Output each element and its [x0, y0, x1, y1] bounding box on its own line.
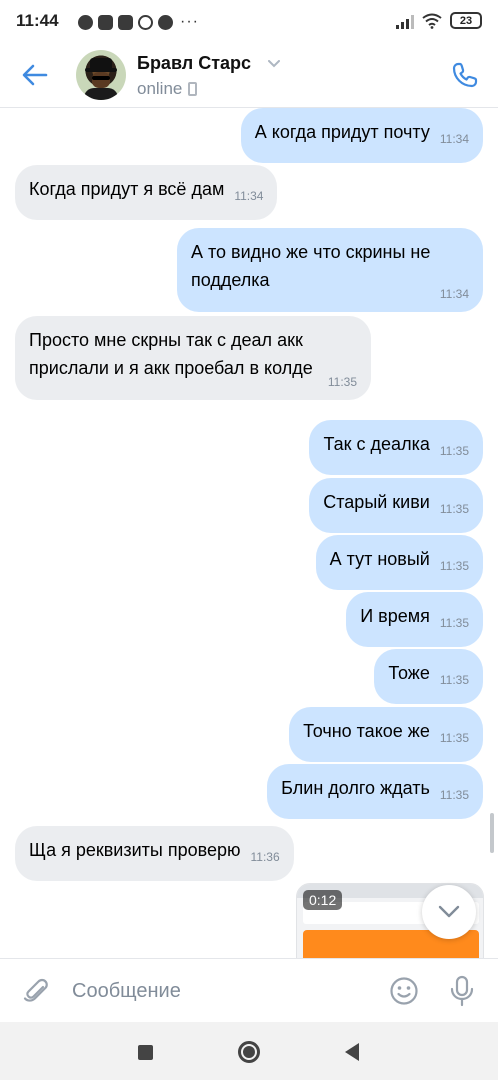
wifi-icon [422, 13, 442, 29]
scrollbar[interactable] [490, 813, 494, 853]
message-bubble-outgoing[interactable]: И время 11:35 [346, 592, 483, 647]
vk-icon [118, 14, 133, 30]
message-bubble-outgoing[interactable]: Блин долго ждать 11:35 [267, 764, 483, 819]
message-list[interactable]: А когда придут почту 11:34 Когда придут я… [0, 108, 498, 958]
circle-icon [238, 1041, 260, 1063]
message-bubble-outgoing[interactable]: А то видно же что скрины не подделка 11:3… [177, 228, 483, 312]
message-time: 11:35 [439, 673, 469, 687]
smile-icon [390, 977, 418, 1005]
mobile-device-icon [188, 82, 198, 96]
avatar[interactable] [76, 50, 126, 100]
message-time: 11:35 [439, 731, 469, 745]
message-text: Тоже [388, 663, 430, 683]
scroll-down-button[interactable] [422, 885, 476, 939]
system-navigation-bar [0, 1022, 498, 1080]
emoji-button[interactable] [386, 973, 422, 1009]
message-text: Старый киви [323, 492, 430, 512]
vk-icon [98, 14, 113, 30]
message-text: И время [360, 606, 430, 626]
message-text: Ща я реквизиты проверю [29, 840, 241, 860]
home-button[interactable] [235, 1038, 263, 1066]
battery-icon: 23 [450, 12, 482, 29]
search-notification-icon [138, 14, 153, 30]
message-bubble-outgoing[interactable]: А когда придут почту 11:34 [240, 108, 483, 163]
message-bubble-incoming[interactable]: Когда придут я всё дам 11:34 [15, 165, 278, 220]
message-composer [0, 958, 498, 1022]
chevron-down-icon [438, 905, 460, 918]
status-bar: 11:44 ··· 23 [0, 0, 498, 44]
message-text: Точно такое же [303, 721, 430, 741]
message-time: 11:34 [234, 189, 264, 203]
message-text: Когда придут я всё дам [29, 179, 225, 199]
message-bubble-incoming[interactable]: Просто мне скрны так с деал акк прислали… [15, 316, 371, 400]
system-back-button[interactable] [338, 1038, 366, 1066]
triangle-back-icon [345, 1043, 359, 1061]
back-button[interactable] [18, 58, 52, 92]
message-bubble-outgoing[interactable]: А тут новый 11:35 [315, 535, 483, 590]
signal-icon [396, 13, 414, 29]
voice-message-button[interactable] [444, 973, 480, 1009]
notification-icons: ··· [78, 11, 199, 33]
paperclip-icon [23, 978, 48, 1002]
message-bubble-outgoing[interactable]: Так с деалка 11:35 [309, 420, 483, 475]
message-time: 11:35 [439, 788, 469, 802]
call-button[interactable] [448, 58, 482, 92]
message-time: 11:35 [439, 444, 469, 458]
message-time: 11:36 [250, 850, 280, 864]
message-bubble-outgoing[interactable]: Точно такое же 11:35 [289, 707, 483, 762]
message-text: А когда придут почту [254, 122, 430, 142]
contact-status: online [137, 79, 198, 99]
message-text: Так с деалка [323, 434, 430, 454]
system-icons: 23 [396, 12, 482, 29]
message-time: 11:35 [439, 616, 469, 630]
message-text: Блин долго ждать [281, 778, 430, 798]
message-text: А тут новый [329, 549, 430, 569]
more-dots-icon: ··· [180, 13, 199, 30]
microphone-icon [450, 975, 474, 1007]
attach-button[interactable] [18, 973, 54, 1009]
message-time: 11:35 [439, 502, 469, 516]
status-time: 11:44 [16, 11, 59, 30]
chat-header: Бравл Старс online [0, 44, 498, 108]
message-time: 11:35 [439, 559, 469, 573]
contact-name[interactable]: Бравл Старс [137, 53, 251, 74]
message-bubble-outgoing[interactable]: Тоже 11:35 [374, 649, 483, 704]
chevron-down-icon[interactable] [268, 60, 280, 68]
arrow-left-icon [22, 64, 48, 86]
message-time: 11:34 [439, 132, 469, 146]
square-icon [137, 1044, 153, 1060]
online-status-text: online [137, 79, 183, 98]
message-input[interactable] [66, 971, 366, 1011]
chat-bubble-icon [158, 14, 173, 30]
phone-icon [452, 62, 478, 88]
message-text: Просто мне скрны так с деал акк прислали… [29, 330, 313, 378]
message-bubble-outgoing[interactable]: Старый киви 11:35 [309, 478, 483, 533]
message-text: А то видно же что скрины не подделка [191, 242, 431, 290]
recent-apps-button[interactable] [131, 1038, 159, 1066]
message-bubble-incoming[interactable]: Ща я реквизиты проверю 11:36 [15, 826, 294, 881]
whatsapp-icon [78, 14, 93, 30]
video-duration: 0:12 [303, 890, 343, 910]
